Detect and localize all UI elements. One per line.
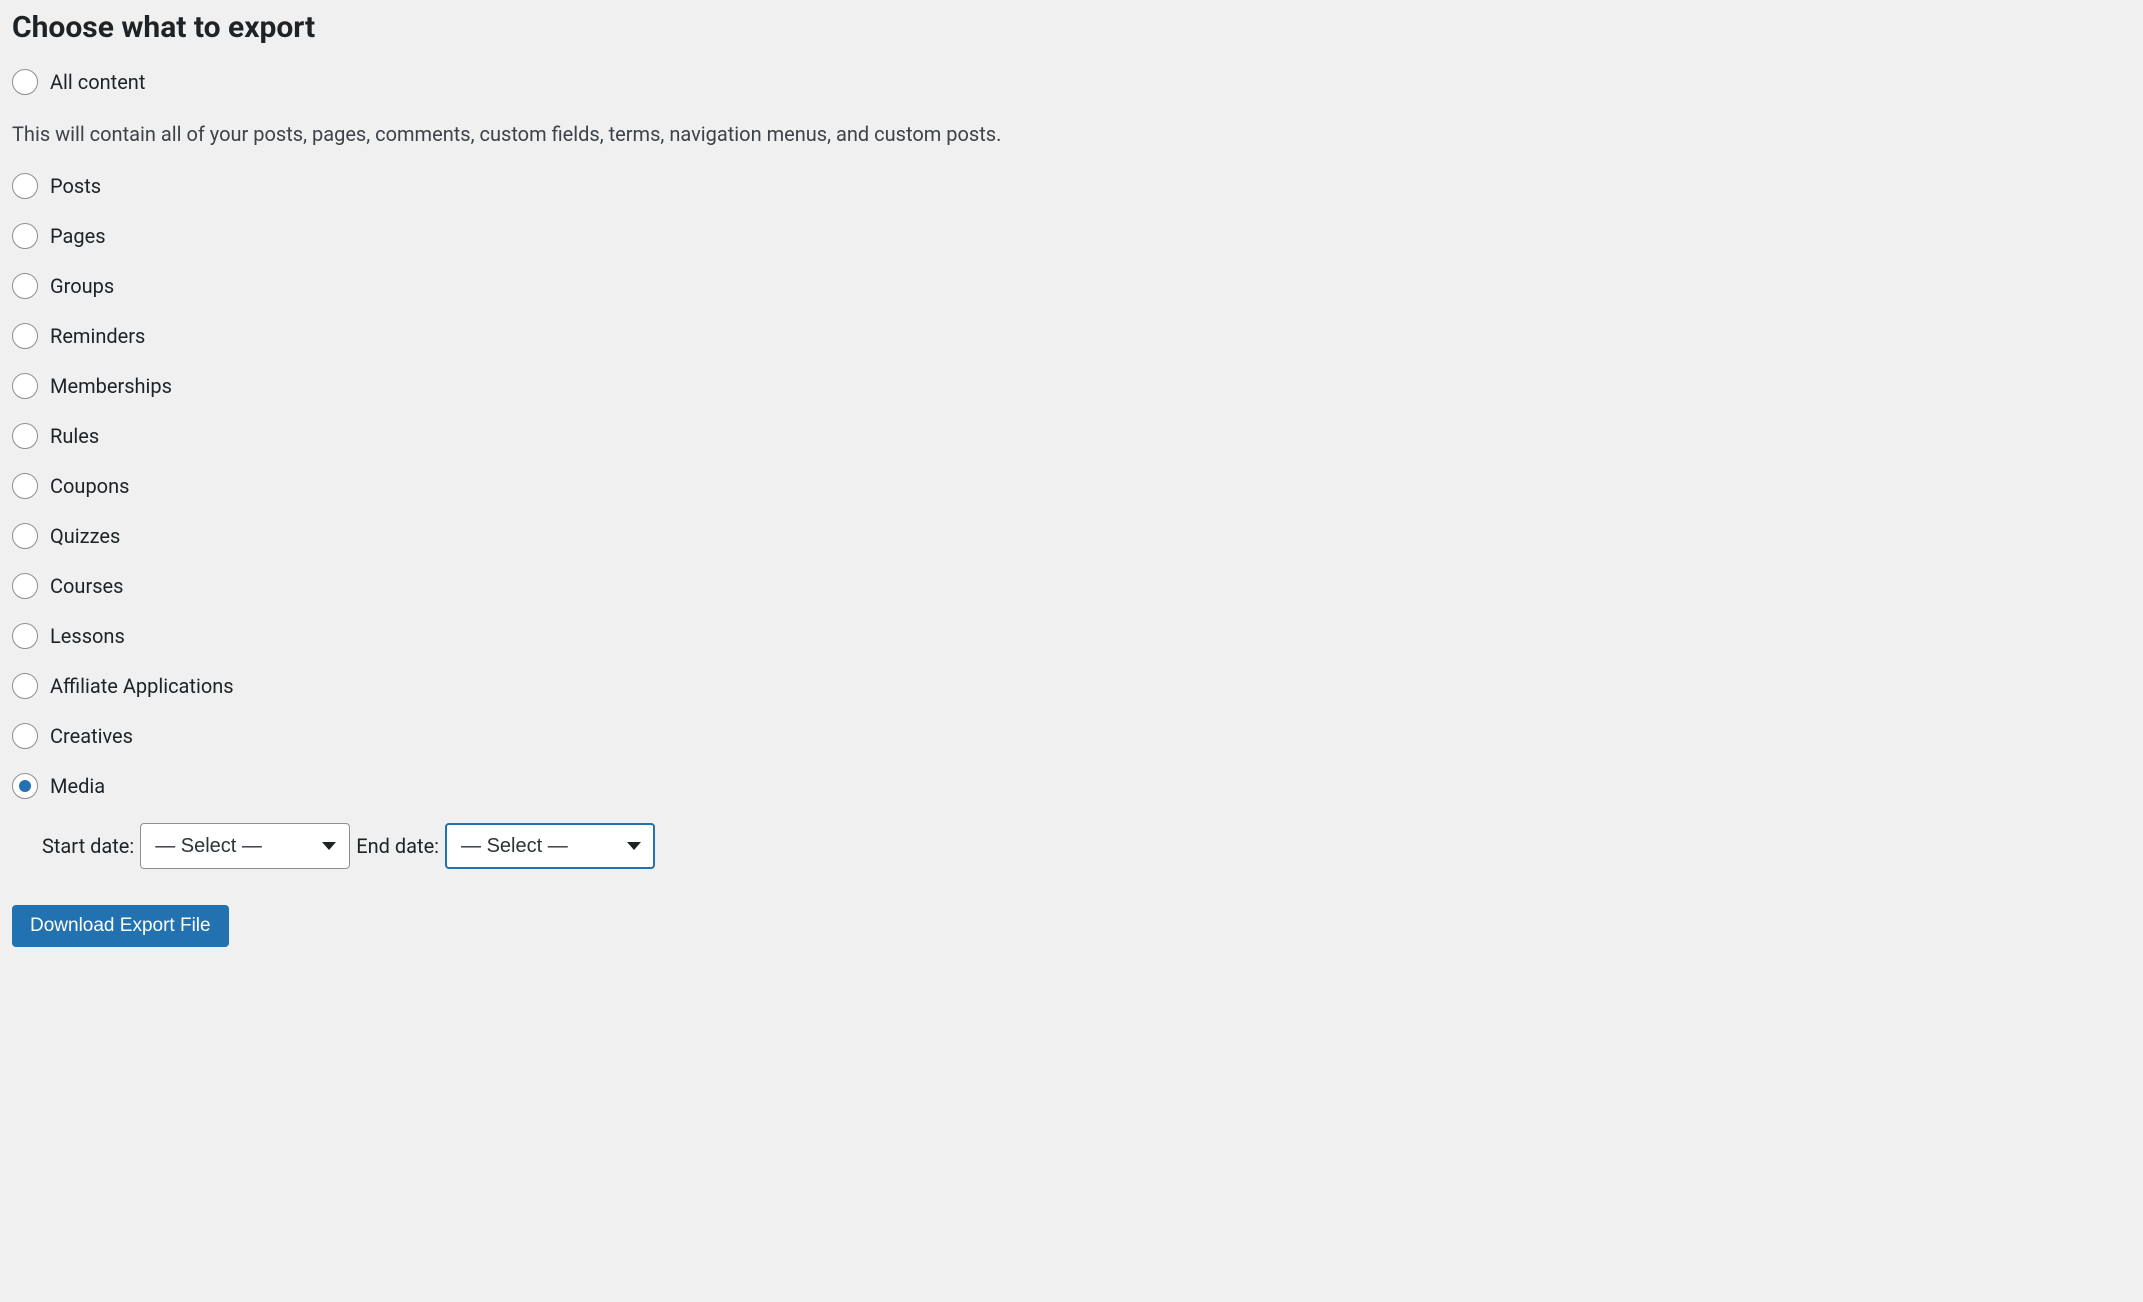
radio-quizzes[interactable]	[12, 523, 38, 549]
label-affiliate-applications[interactable]: Affiliate Applications	[50, 674, 234, 698]
end-date-label: End date:	[356, 834, 439, 858]
start-date-label: Start date:	[42, 834, 134, 858]
label-groups[interactable]: Groups	[50, 274, 114, 298]
label-pages[interactable]: Pages	[50, 224, 106, 248]
radio-posts[interactable]	[12, 173, 38, 199]
radio-creatives[interactable]	[12, 723, 38, 749]
end-date-select[interactable]: — Select —	[445, 823, 655, 869]
label-reminders[interactable]: Reminders	[50, 324, 145, 348]
start-date-select[interactable]: — Select —	[140, 823, 350, 869]
label-creatives[interactable]: Creatives	[50, 724, 133, 748]
all-content-description: This will contain all of your posts, pag…	[12, 119, 2131, 149]
radio-groups[interactable]	[12, 273, 38, 299]
label-quizzes[interactable]: Quizzes	[50, 524, 120, 548]
radio-media[interactable]	[12, 773, 38, 799]
label-coupons[interactable]: Coupons	[50, 474, 129, 498]
date-filter-row: Start date: — Select — End date: — Selec…	[42, 823, 2131, 869]
label-memberships[interactable]: Memberships	[50, 374, 172, 398]
radio-lessons[interactable]	[12, 623, 38, 649]
radio-memberships[interactable]	[12, 373, 38, 399]
label-posts[interactable]: Posts	[50, 174, 101, 198]
export-heading: Choose what to export	[12, 10, 2131, 45]
radio-coupons[interactable]	[12, 473, 38, 499]
label-courses[interactable]: Courses	[50, 574, 123, 598]
label-media[interactable]: Media	[50, 774, 105, 798]
label-all-content[interactable]: All content	[50, 70, 145, 94]
radio-courses[interactable]	[12, 573, 38, 599]
label-lessons[interactable]: Lessons	[50, 624, 125, 648]
radio-all-content[interactable]	[12, 69, 38, 95]
radio-pages[interactable]	[12, 223, 38, 249]
download-export-button[interactable]: Download Export File	[12, 905, 229, 947]
radio-reminders[interactable]	[12, 323, 38, 349]
radio-affiliate-applications[interactable]	[12, 673, 38, 699]
label-rules[interactable]: Rules	[50, 424, 99, 448]
radio-rules[interactable]	[12, 423, 38, 449]
